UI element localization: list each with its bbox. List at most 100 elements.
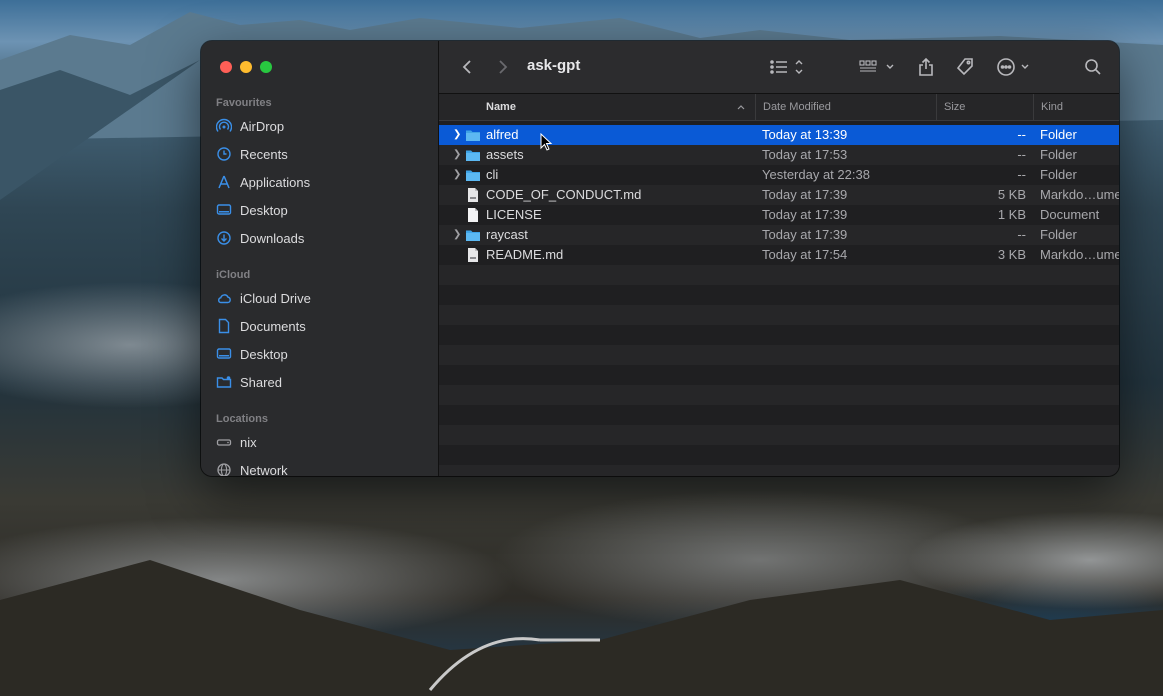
file-kind: Folder	[1040, 127, 1077, 142]
file-date: Today at 17:39	[762, 227, 848, 242]
tag-icon	[956, 58, 973, 76]
disk-icon	[216, 434, 232, 450]
clock-icon	[216, 146, 232, 162]
file-name: cli	[486, 167, 499, 182]
sidebar-item-nix[interactable]: nix	[216, 430, 426, 454]
share-icon	[919, 57, 933, 76]
file-size: --	[1017, 147, 1026, 162]
cloud-icon	[216, 290, 232, 306]
group-button[interactable]	[859, 55, 897, 79]
file-kind: Folder	[1040, 147, 1077, 162]
list-view-icon	[770, 60, 803, 74]
empty-row	[439, 465, 1119, 476]
sidebar-item-icloud-desktop[interactable]: Desktop	[216, 342, 426, 366]
search-icon	[1085, 59, 1101, 75]
sidebar-section-favourites: Favourites	[216, 97, 272, 109]
file-row[interactable]: README.md Today at 17:54 3 KB Markdo…ume…	[439, 245, 1119, 265]
file-row[interactable]: LICENSE Today at 17:39 1 KB Document	[439, 205, 1119, 225]
folder-icon	[466, 170, 480, 181]
sidebar-item-label: AirDrop	[240, 118, 285, 134]
applications-icon	[216, 174, 232, 190]
file-kind: Document	[1040, 207, 1100, 222]
file-row[interactable]: ❯ raycast Today at 17:39 -- Folder	[439, 225, 1119, 245]
minimize-button[interactable]	[240, 61, 252, 73]
folder-icon	[466, 150, 480, 161]
sidebar-item-applications[interactable]: Applications	[216, 170, 426, 194]
disclosure-chevron-icon[interactable]: ❯	[453, 145, 461, 165]
file-kind: Markdo…ument	[1040, 247, 1119, 262]
disclosure-chevron-icon[interactable]: ❯	[453, 225, 461, 245]
empty-row	[439, 265, 1119, 285]
download-icon	[216, 230, 232, 246]
file-size: --	[1017, 227, 1026, 242]
file-date: Today at 17:39	[762, 207, 848, 222]
column-date-header[interactable]: Date Modified	[755, 94, 943, 120]
file-name: CODE_OF_CONDUCT.md	[486, 187, 642, 202]
column-kind-header[interactable]: Kind	[1033, 94, 1119, 120]
column-kind-label: Kind	[1041, 101, 1064, 113]
forward-button[interactable]	[493, 55, 513, 79]
sidebar-item-label: Network	[240, 462, 288, 477]
file-name: raycast	[486, 227, 528, 242]
column-size-label: Size	[944, 101, 966, 113]
file-name: alfred	[486, 127, 519, 142]
sidebar-item-label: Desktop	[240, 202, 288, 218]
globe-icon	[216, 462, 232, 476]
more-actions-button[interactable]	[996, 55, 1034, 79]
file-size: 3 KB	[997, 247, 1026, 262]
sidebar-item-network[interactable]: Network	[216, 458, 426, 476]
sidebar-item-airdrop[interactable]: AirDrop	[216, 114, 426, 138]
file-row[interactable]: CODE_OF_CONDUCT.md Today at 17:39 5 KB M…	[439, 185, 1119, 205]
mouse-cursor-icon	[540, 133, 553, 151]
sort-ascending-icon	[737, 105, 745, 110]
empty-row	[439, 425, 1119, 445]
file-row[interactable]: ❯ cli Yesterday at 22:38 -- Folder	[439, 165, 1119, 185]
file-size: 5 KB	[997, 187, 1026, 202]
share-button[interactable]	[915, 55, 937, 79]
chevron-right-icon	[499, 60, 508, 74]
sidebar-item-label: Downloads	[240, 230, 305, 246]
sidebar-section-icloud: iCloud	[216, 269, 251, 281]
ellipsis-circle-icon	[997, 58, 1029, 76]
file-date: Today at 17:39	[762, 187, 848, 202]
view-options-button[interactable]	[769, 55, 809, 79]
sidebar-item-recents[interactable]: Recents	[216, 142, 426, 166]
file-name: assets	[486, 147, 524, 162]
sidebar-item-label: iCloud Drive	[240, 290, 311, 306]
search-button[interactable]	[1082, 55, 1104, 79]
column-name-header[interactable]: Name	[486, 94, 746, 120]
chevron-left-icon	[462, 60, 471, 74]
empty-row	[439, 345, 1119, 365]
file-date: Yesterday at 22:38	[762, 167, 870, 182]
file-date: Today at 17:54	[762, 247, 848, 262]
column-size-header[interactable]: Size	[936, 94, 1032, 120]
markdown-file-icon	[468, 248, 478, 262]
disclosure-chevron-icon[interactable]: ❯	[453, 165, 461, 185]
sidebar-item-shared[interactable]: Shared	[216, 370, 426, 394]
zoom-button[interactable]	[260, 61, 272, 73]
file-kind: Markdo…ument	[1040, 187, 1119, 202]
sidebar: Favourites AirDrop Recents Applications …	[201, 41, 439, 476]
close-button[interactable]	[220, 61, 232, 73]
file-date: Today at 17:53	[762, 147, 848, 162]
window-title: ask-gpt	[527, 57, 581, 74]
sidebar-item-label: Shared	[240, 374, 282, 390]
file-size: --	[1017, 127, 1026, 142]
sidebar-item-desktop[interactable]: Desktop	[216, 198, 426, 222]
airdrop-icon	[216, 118, 232, 134]
disclosure-chevron-icon[interactable]: ❯	[453, 125, 461, 145]
back-button[interactable]	[457, 55, 477, 79]
file-list: ❯ alfred Today at 13:39 -- Folder ❯ asse…	[439, 125, 1119, 476]
toolbar: ask-gpt	[439, 41, 1119, 94]
file-size: --	[1017, 167, 1026, 182]
empty-row	[439, 305, 1119, 325]
tag-button[interactable]	[954, 55, 976, 79]
sidebar-item-icloud-drive[interactable]: iCloud Drive	[216, 286, 426, 310]
sidebar-item-label: nix	[240, 434, 257, 450]
folder-icon	[466, 230, 480, 241]
shared-folder-icon	[216, 374, 232, 390]
sidebar-item-downloads[interactable]: Downloads	[216, 226, 426, 250]
grid-group-icon	[859, 60, 894, 72]
markdown-file-icon	[468, 188, 478, 202]
sidebar-item-documents[interactable]: Documents	[216, 314, 426, 338]
